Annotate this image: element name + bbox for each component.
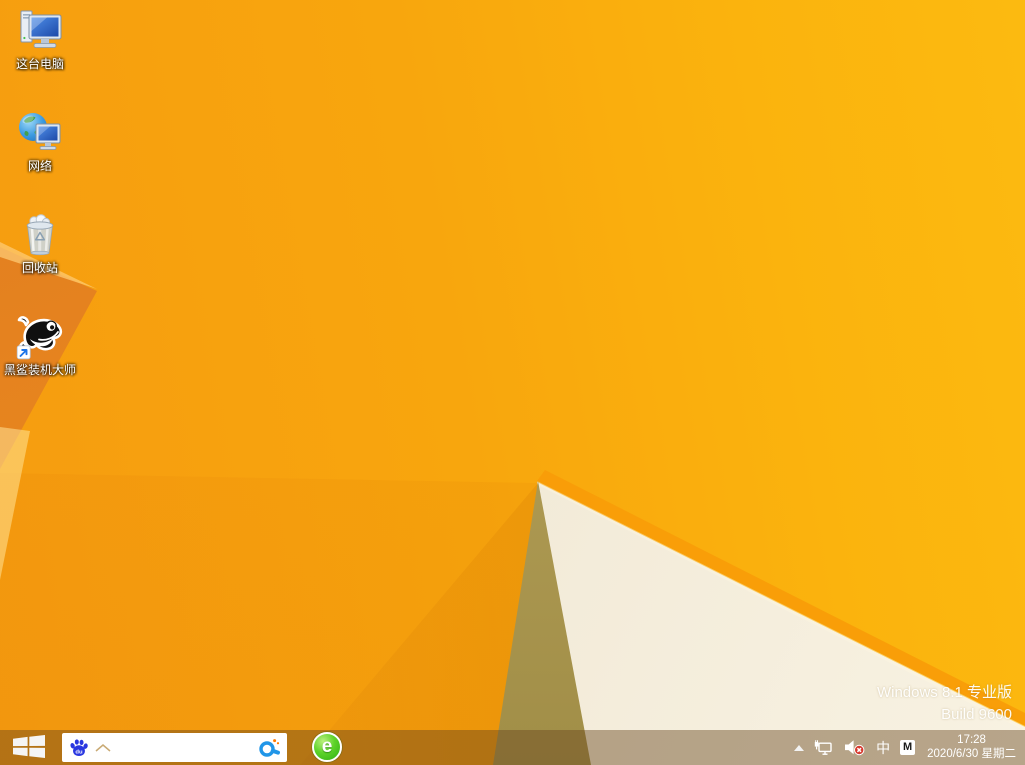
desktop-icon-label: 网络 xyxy=(28,159,52,173)
ime-chinese-label: 中 xyxy=(876,741,890,755)
this-pc-icon xyxy=(16,6,64,54)
chevron-up-icon xyxy=(794,745,804,751)
clock-time: 17:28 xyxy=(957,734,986,748)
desktop-icon-network[interactable]: 网络 xyxy=(1,108,79,173)
desktop-icon-label: 回收站 xyxy=(22,261,58,275)
recycle-bin-icon xyxy=(16,210,64,258)
volume-muted-icon xyxy=(844,739,866,756)
start-button[interactable] xyxy=(0,730,58,765)
taskbar-clock[interactable]: 17:28 2020/6/30 星期二 xyxy=(925,734,1018,761)
clock-date: 2020/6/30 星期二 xyxy=(927,748,1016,762)
desktop-icon-heisha-installer[interactable]: 黑鲨装机大师 xyxy=(1,312,79,377)
windows-logo-icon xyxy=(13,735,45,761)
black-shark-icon xyxy=(16,312,64,360)
collapse-caret-icon[interactable] xyxy=(94,743,112,753)
baidu-paw-icon[interactable]: du xyxy=(69,738,89,758)
ime-mode-button[interactable]: M xyxy=(900,740,915,755)
show-hidden-icons-button[interactable] xyxy=(794,745,804,751)
watermark-build: Build 9600 xyxy=(877,704,1012,726)
desktop-icon-label: 黑鲨装机大师 xyxy=(4,363,76,377)
taskbar: du e xyxy=(0,730,1025,765)
desktop-icon-this-pc[interactable]: 这台电脑 xyxy=(1,6,79,71)
search-magnifier-icon[interactable] xyxy=(258,737,280,759)
browser-letter: e xyxy=(322,737,333,756)
desktop[interactable]: 这台电脑 xyxy=(0,0,1025,765)
network-icon xyxy=(16,108,64,156)
ime-mode-badge: M xyxy=(900,740,915,755)
baidu-du-text: du xyxy=(75,749,83,755)
desktop-icon-recycle-bin[interactable]: 回收站 xyxy=(1,210,79,275)
ime-language-button[interactable]: 中 xyxy=(876,741,890,755)
desktop-icon-label: 这台电脑 xyxy=(16,57,64,71)
watermark-edition: Windows 8.1 专业版 xyxy=(877,682,1012,704)
baidu-search-bar[interactable]: du xyxy=(62,733,287,762)
windows-version-watermark: Windows 8.1 专业版 Build 9600 xyxy=(877,682,1012,726)
network-tray-button[interactable] xyxy=(814,740,834,756)
system-tray: 中 M 17:28 2020/6/30 星期二 xyxy=(794,730,1025,765)
volume-tray-button[interactable] xyxy=(844,739,866,756)
browser-e-icon[interactable]: e xyxy=(312,732,342,762)
wired-network-icon xyxy=(814,740,834,756)
search-input[interactable] xyxy=(117,736,253,760)
